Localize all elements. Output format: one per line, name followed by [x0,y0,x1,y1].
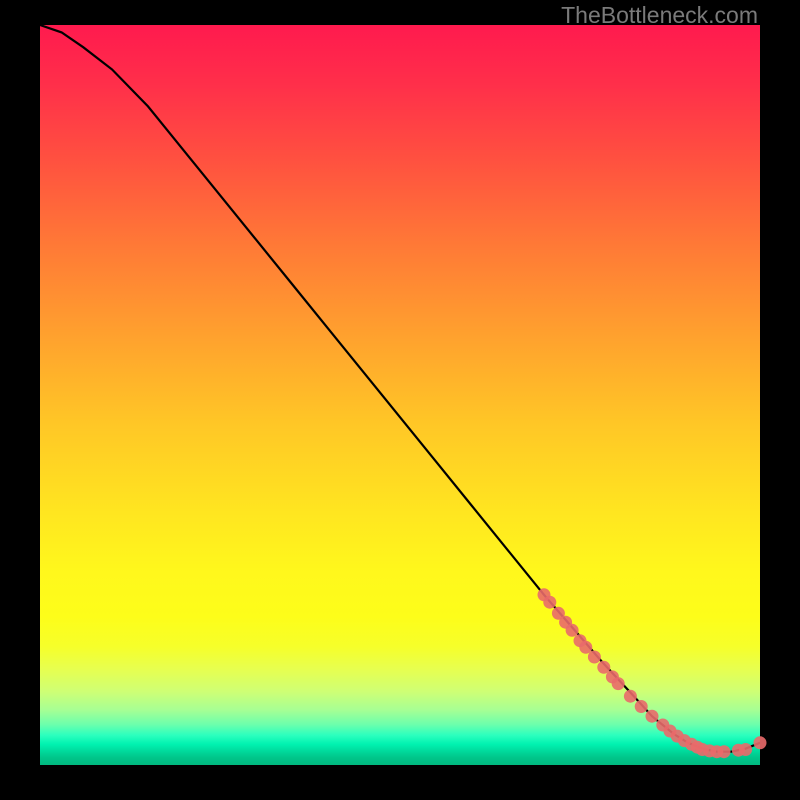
chart-root: TheBottleneck.com [0,0,800,800]
scatter-points [538,588,767,758]
scatter-point [624,690,637,703]
curve-layer [40,25,760,765]
bottleneck-curve [40,25,760,752]
plot-area [40,25,760,765]
scatter-point [543,596,556,609]
scatter-point [739,743,752,756]
scatter-point [579,641,592,654]
scatter-point [646,710,659,723]
scatter-point [754,736,767,749]
scatter-point [718,745,731,758]
scatter-point [588,651,601,664]
scatter-point [635,700,648,713]
scatter-point [612,677,625,690]
scatter-point [566,624,579,637]
